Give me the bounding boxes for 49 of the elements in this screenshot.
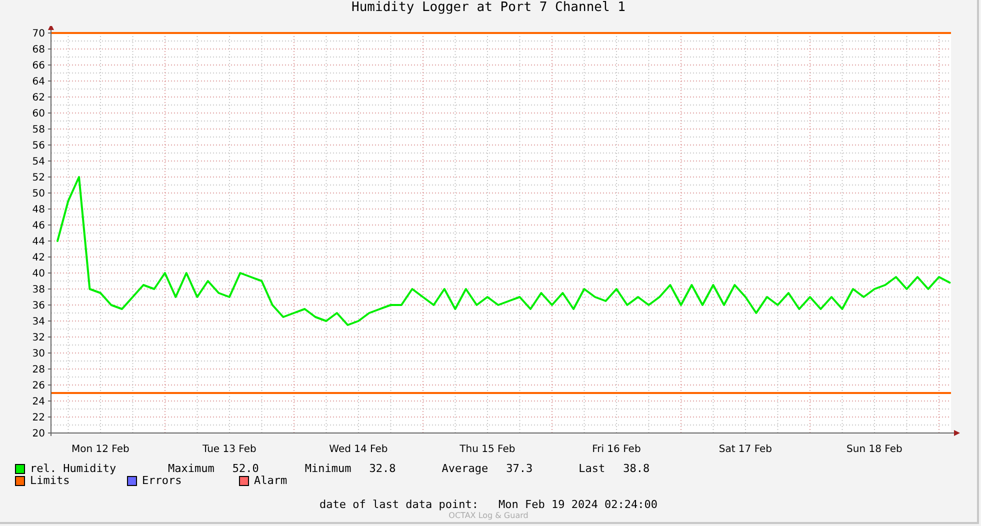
legend-label: Limits [30,475,70,487]
axis-label: 34 [32,316,45,328]
stat-value: 38.8 [623,463,650,475]
chart-title: Humidity Logger at Port 7 Channel 1 [352,0,626,15]
axis-label: 62 [32,92,45,104]
axis-label: 28 [32,364,45,376]
legend-label: rel. Humidity [30,463,118,475]
axis-label: 42 [32,252,45,264]
axis-label: 38 [32,284,45,296]
stat-value: 52.0 [232,463,259,475]
axis-label: 20 [32,428,45,440]
axis-label: Sun 18 Feb [846,444,902,455]
legend-label: Alarm [254,475,288,487]
axis-label: 66 [32,60,45,72]
axis-label: 26 [32,380,45,392]
axis-label: 24 [32,396,45,408]
axis-label: 32 [32,332,45,344]
axis-label: 52 [32,172,45,184]
stat-label: Minimum [304,463,352,475]
axis-label: 50 [32,188,45,200]
axis-label: 70 [32,28,45,40]
axis-label: 54 [32,156,45,168]
stat-value: 37.3 [506,463,533,475]
stat-label: Last [578,463,606,475]
axis-label: 40 [32,268,45,280]
axis-label: 48 [32,204,45,216]
stat-label: Average [442,463,488,475]
axis-label: 46 [32,220,45,232]
axis-label: 36 [32,300,45,312]
axis-label: 56 [32,140,45,152]
last-data-date: Mon Feb 19 2024 02:24:00 [498,499,658,511]
axis-label: 58 [32,124,45,136]
axis-label: Thu 15 Feb [460,444,516,455]
axis-label: Sat 17 Feb [718,444,772,455]
footer-credit: OCTAX Log & Guard [448,511,528,520]
axis-label: Mon 12 Feb [72,444,130,455]
axis-label: 30 [32,348,45,360]
axis-label: Fri 16 Feb [592,444,641,455]
axis-label: Wed 14 Feb [329,444,388,455]
axis-label: 44 [32,236,45,248]
legend-label: Errors [142,475,182,487]
last-data-label: date of last data point: [320,499,478,511]
axis-label: 22 [32,412,45,424]
axis-label: 68 [32,44,45,56]
axis-label: 60 [32,108,45,120]
stat-label: Maximum [168,463,214,475]
axis-label: 64 [32,76,45,88]
stat-value: 32.8 [369,463,396,475]
axis-label: Tue 13 Feb [202,444,256,455]
